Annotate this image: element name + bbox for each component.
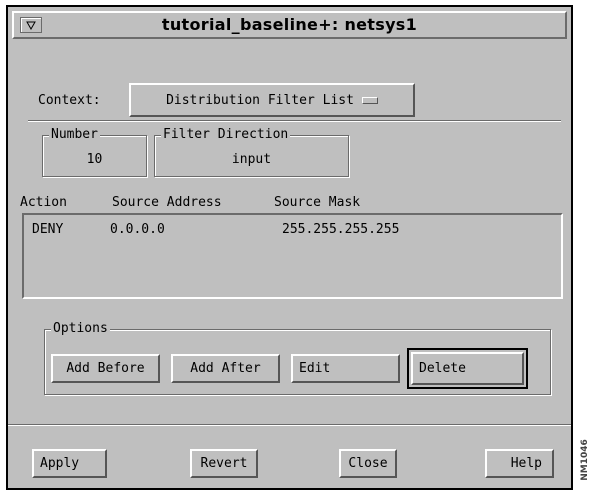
title-bar[interactable]: tutorial_baseline+: netsys1 <box>12 11 567 39</box>
column-header-action: Action <box>20 195 67 210</box>
figure-code: NM1046 <box>577 425 593 495</box>
footer-divider <box>8 424 571 426</box>
options-legend: Options <box>51 321 110 337</box>
context-label: Context: <box>38 93 101 108</box>
window-title: tutorial_baseline+: netsys1 <box>161 15 418 34</box>
column-header-source-mask: Source Mask <box>274 195 361 210</box>
delete-button[interactable]: Delete <box>411 352 524 385</box>
row-source-mask: 255.255.255.255 <box>282 222 400 237</box>
revert-button[interactable]: Revert <box>190 449 258 478</box>
filter-direction-group: Filter Direction input <box>154 127 349 177</box>
add-before-button[interactable]: Add Before <box>51 354 160 383</box>
edit-button[interactable]: Edit <box>291 354 400 383</box>
close-button[interactable]: Close <box>339 449 397 478</box>
filter-direction-legend: Filter Direction <box>161 127 291 143</box>
context-divider <box>28 120 561 122</box>
dialog-window: tutorial_baseline+: netsys1 Context: Dis… <box>6 5 573 490</box>
add-after-button[interactable]: Add After <box>171 354 280 383</box>
number-legend: Number <box>49 127 100 143</box>
column-header-source-address: Source Address <box>112 195 222 210</box>
filter-direction-value: input <box>231 152 272 167</box>
table-row[interactable]: DENY 0.0.0.0 255.255.255.255 <box>24 222 561 240</box>
number-group: Number 10 <box>42 127 147 177</box>
filter-list[interactable]: DENY 0.0.0.0 255.255.255.255 <box>22 213 563 299</box>
context-selected-value: Distribution Filter List <box>166 92 354 108</box>
figure-code-text: NM1046 <box>580 439 590 481</box>
apply-button[interactable]: Apply <box>32 449 107 478</box>
dropdown-indicator-icon <box>361 96 378 104</box>
context-option-menu[interactable]: Distribution Filter List <box>129 83 415 117</box>
row-source-address: 0.0.0.0 <box>110 222 165 237</box>
row-action: DENY <box>32 222 64 237</box>
number-value: 10 <box>86 152 103 167</box>
help-button[interactable]: Help <box>485 449 554 478</box>
